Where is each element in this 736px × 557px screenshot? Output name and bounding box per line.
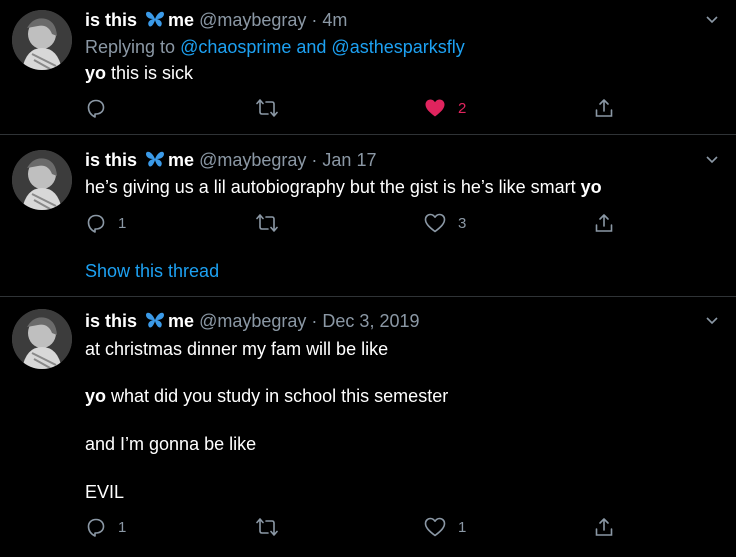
tweet[interactable]: is this me @maybegray · Dec 3, 2019 at c… (0, 297, 736, 557)
tweet-text-line: at christmas dinner my fam will be like (85, 339, 389, 359)
share-icon (595, 214, 613, 232)
show-thread-link[interactable]: Show this thread (85, 261, 219, 282)
reply-icon (87, 99, 105, 118)
like-count: 1 (458, 518, 467, 536)
tweet[interactable]: is this me @maybegray · 4m Replying to @… (0, 0, 736, 135)
tweet-text: he’s giving us a lil autobiography but t… (85, 177, 602, 197)
reply-count: 1 (118, 214, 127, 232)
display-name[interactable]: is this me (85, 150, 194, 170)
handle[interactable]: @maybegray (199, 150, 306, 170)
share-button[interactable] (594, 93, 614, 123)
reply-button[interactable]: 1 (86, 208, 126, 238)
separator: · (311, 311, 318, 331)
chevron-down-icon[interactable] (704, 152, 720, 168)
like-count: 3 (458, 214, 467, 232)
share-icon (595, 99, 613, 117)
handle[interactable]: @maybegray (199, 311, 306, 331)
display-name[interactable]: is this me (85, 311, 194, 331)
tweet-actions: 2 (0, 93, 736, 123)
avatar[interactable] (12, 10, 72, 70)
tweet-text: yo this is sick (85, 63, 194, 83)
replying-to: Replying to @chaosprime and @asthesparks… (85, 37, 465, 57)
reply-button[interactable] (86, 93, 118, 123)
tweet-header: is this me @maybegray · Jan 17 (85, 149, 376, 174)
timestamp[interactable]: 4m (322, 10, 347, 30)
reply-icon (87, 214, 105, 233)
tweet[interactable]: is this me @maybegray · Jan 17 he’s givi… (0, 135, 736, 297)
like-button[interactable]: 1 (424, 512, 466, 542)
tweet-text-line: EVIL (85, 482, 125, 502)
heart-icon (425, 99, 445, 117)
like-count: 2 (458, 99, 467, 117)
retweet-icon (256, 214, 278, 232)
timeline: is this me @maybegray · 4m Replying to @… (0, 0, 736, 557)
tweet-text-line: yo what did you study in school this sem… (85, 386, 449, 406)
butterfly-emoji (144, 310, 166, 335)
chevron-down-icon[interactable] (704, 12, 720, 28)
like-button[interactable]: 2 (424, 93, 466, 123)
reply-count: 1 (118, 518, 127, 536)
retweet-icon (256, 99, 278, 117)
butterfly-emoji (144, 149, 166, 174)
avatar[interactable] (12, 150, 72, 210)
separator: · (311, 10, 318, 30)
share-icon (595, 518, 613, 536)
heart-icon (424, 517, 446, 537)
share-button[interactable] (594, 208, 614, 238)
reply-button[interactable]: 1 (86, 512, 126, 542)
tweet-text-line: and I’m gonna be like (85, 434, 257, 454)
handle[interactable]: @maybegray (199, 10, 306, 30)
retweet-icon (256, 518, 278, 536)
timestamp[interactable]: Dec 3, 2019 (322, 311, 419, 331)
retweet-button[interactable] (256, 512, 278, 542)
reply-icon (87, 518, 105, 537)
display-name[interactable]: is this me (85, 10, 194, 30)
tweet-header: is this me @maybegray · Dec 3, 2019 (85, 310, 420, 335)
timestamp[interactable]: Jan 17 (322, 150, 376, 170)
like-button[interactable]: 3 (424, 208, 466, 238)
tweet-header: is this me @maybegray · 4m (85, 9, 347, 34)
retweet-button[interactable] (256, 93, 278, 123)
chevron-down-icon[interactable] (704, 313, 720, 329)
tweet-actions: 1 1 (0, 512, 736, 542)
retweet-button[interactable] (256, 208, 278, 238)
mention-link[interactable]: @chaosprime and @asthesparksfly (180, 37, 465, 57)
separator: · (311, 150, 318, 170)
heart-icon (424, 213, 446, 233)
avatar[interactable] (12, 309, 72, 369)
tweet-actions: 1 3 (0, 208, 736, 238)
share-button[interactable] (594, 512, 614, 542)
butterfly-emoji (144, 9, 166, 34)
